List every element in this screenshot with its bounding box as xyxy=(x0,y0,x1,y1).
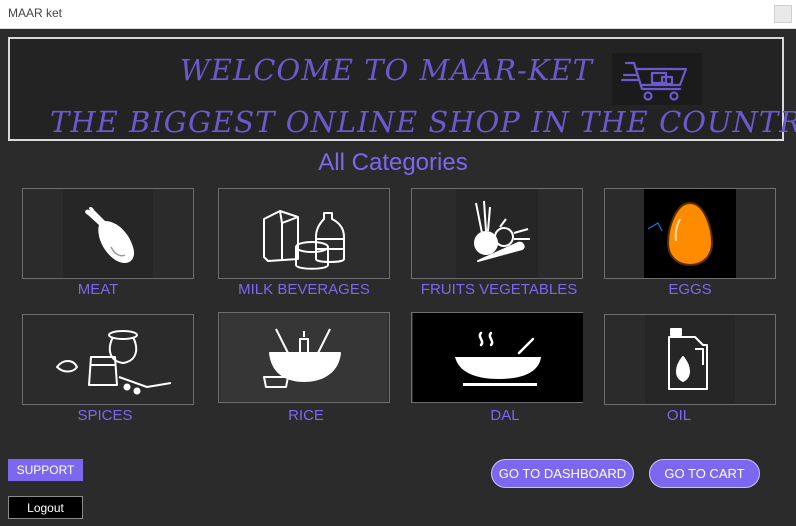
category-label-milk-beverages[interactable]: MILK BEVERAGES xyxy=(218,281,390,298)
category-tile-milk-beverages[interactable] xyxy=(218,188,390,279)
category-tile-dal[interactable] xyxy=(411,312,583,403)
support-button[interactable]: SUPPORT xyxy=(8,459,83,481)
go-to-dashboard-button[interactable]: GO TO DASHBOARD xyxy=(491,459,634,488)
category-tile-rice[interactable] xyxy=(218,312,390,403)
categories-heading: All Categories xyxy=(318,149,468,176)
title-bar: MAAR ket xyxy=(0,0,796,29)
oil-can-icon xyxy=(645,315,735,404)
category-label-oil[interactable]: OIL xyxy=(604,407,754,424)
category-tile-fruits-vegetables[interactable] xyxy=(411,188,583,279)
milk-bottles-icon xyxy=(220,189,388,278)
spice-jars-icon xyxy=(47,315,171,404)
shopping-cart-icon xyxy=(612,53,702,105)
category-label-spices[interactable]: SPICES xyxy=(22,407,188,424)
category-label-eggs[interactable]: EGGS xyxy=(604,281,776,298)
rice-bowl-icon xyxy=(220,313,388,402)
chicken-leg-icon xyxy=(63,189,153,278)
main-content: WELCOME TO MAAR-KET THE BIGGEST ONLINE S… xyxy=(0,29,796,526)
category-tile-meat[interactable] xyxy=(22,188,194,279)
go-to-cart-button[interactable]: GO TO CART xyxy=(649,459,760,488)
banner-tagline-text: THE BIGGEST ONLINE SHOP IN THE COUNTRY xyxy=(50,105,796,139)
steaming-bowl-icon xyxy=(413,313,583,402)
category-label-fruits-vegetables[interactable]: FRUITS VEGETABLES xyxy=(411,281,587,298)
category-label-rice[interactable]: RICE xyxy=(218,407,394,424)
close-button[interactable] xyxy=(774,5,792,23)
category-label-dal[interactable]: DAL xyxy=(411,407,599,424)
window-title: MAAR ket xyxy=(8,6,63,20)
app-window: MAAR ket WELCOME TO MAAR-KET THE BIGGEST… xyxy=(0,0,796,526)
welcome-banner: WELCOME TO MAAR-KET THE BIGGEST ONLINE S… xyxy=(8,37,796,141)
banner-welcome-text: WELCOME TO MAAR-KET xyxy=(180,53,594,87)
category-label-meat[interactable]: MEAT xyxy=(22,281,174,298)
category-tile-eggs[interactable] xyxy=(604,188,776,279)
logout-button[interactable]: Logout xyxy=(8,496,83,519)
vegetables-icon xyxy=(456,189,538,278)
egg-icon xyxy=(644,189,736,278)
category-tile-oil[interactable] xyxy=(604,314,776,405)
category-tile-spices[interactable] xyxy=(22,314,194,405)
